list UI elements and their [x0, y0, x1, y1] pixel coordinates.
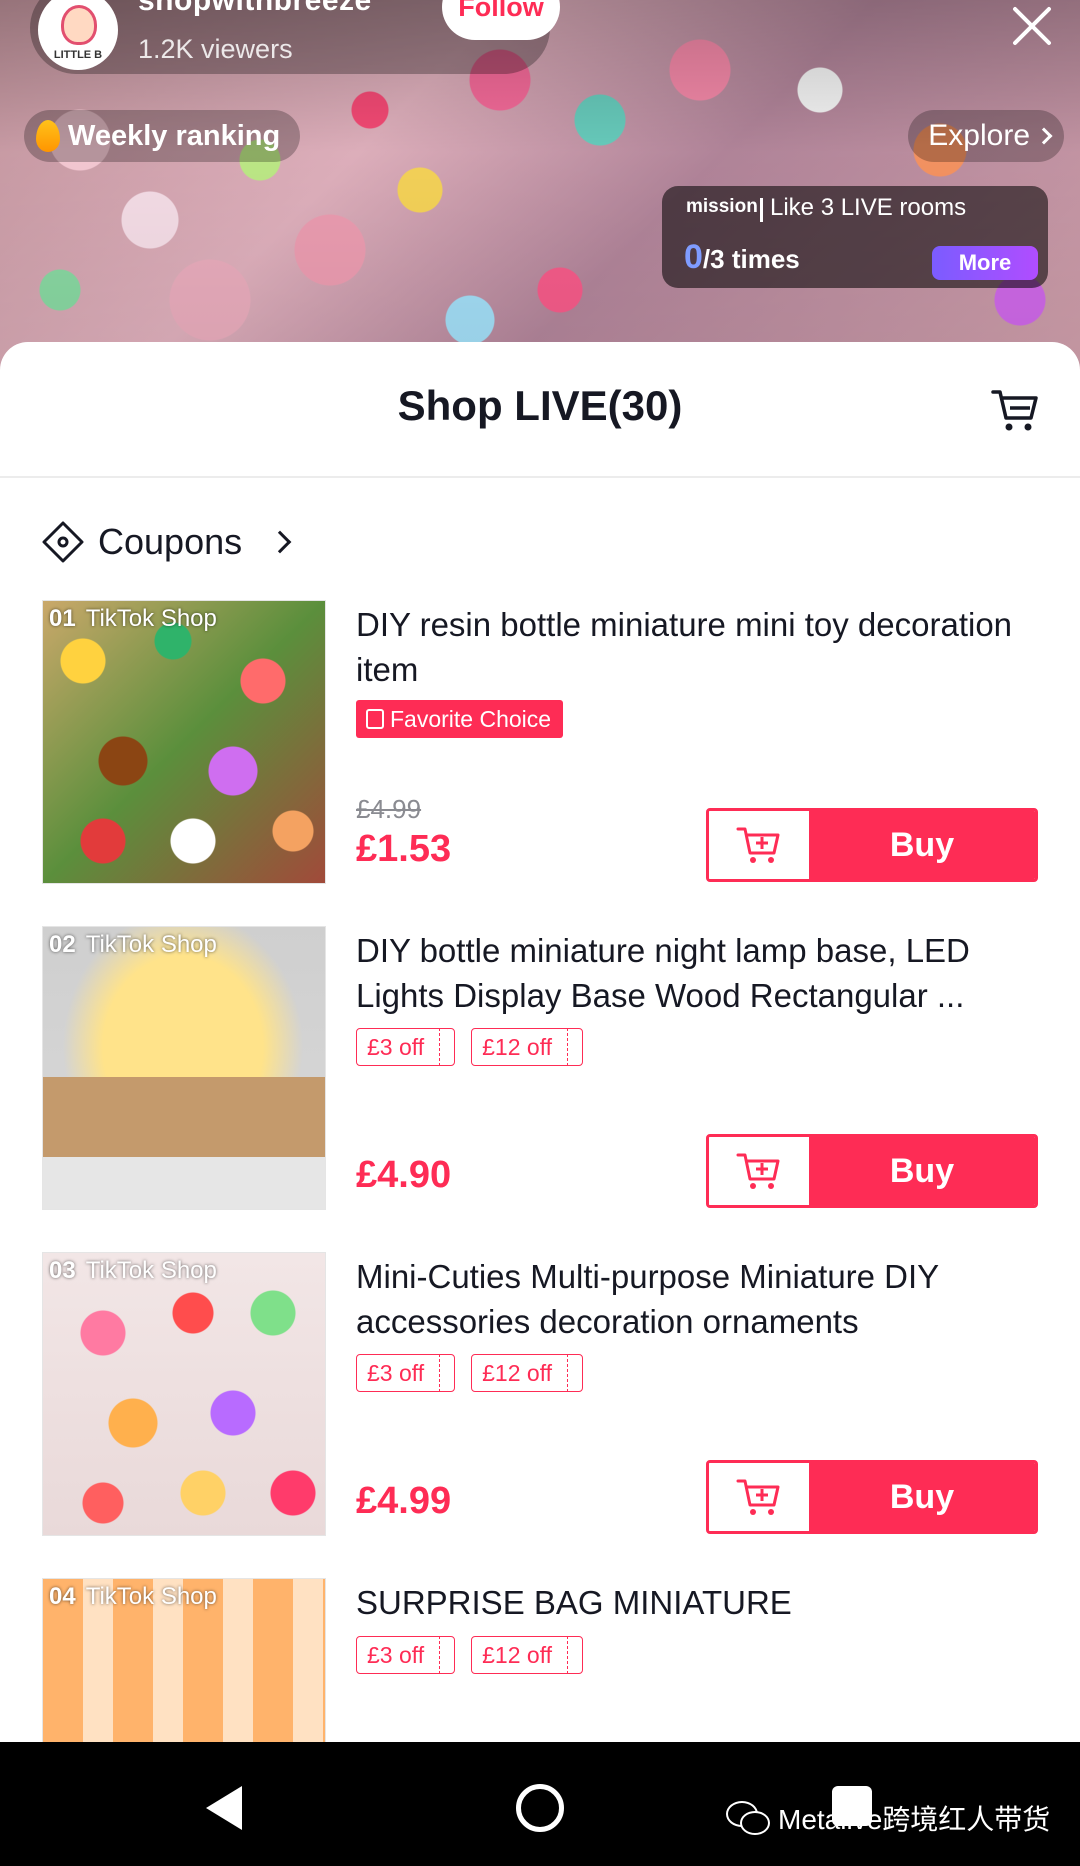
- coupon-tags: £3 off £12 off: [356, 1028, 584, 1066]
- product-image[interactable]: 01 TikTok Shop: [42, 600, 326, 884]
- avatar-brand-text: LITTLE B: [53, 49, 103, 61]
- mission-tag: mission: [686, 196, 758, 217]
- add-to-cart-button[interactable]: [709, 1463, 809, 1531]
- shop-bag-icon: [366, 709, 384, 729]
- product-item[interactable]: 01 TikTok Shop DIY resin bottle miniatur…: [42, 600, 1042, 886]
- product-index: 03: [49, 1257, 76, 1284]
- mission-divider: [760, 198, 763, 222]
- shop-label: TikTok Shop: [85, 605, 217, 632]
- mission-total: /3 times: [702, 244, 800, 274]
- host-name: shopwithbreeze: [138, 0, 372, 17]
- buy-button[interactable]: Buy: [809, 811, 1035, 879]
- weekly-ranking-label: Weekly ranking: [68, 119, 281, 152]
- thumb-badge: 04 TikTok Shop: [49, 1583, 217, 1611]
- favorite-choice-label: Favorite Choice: [390, 705, 552, 732]
- close-icon[interactable]: [1010, 4, 1054, 48]
- shop-label: TikTok Shop: [85, 1257, 217, 1284]
- coupons-label: Coupons: [98, 521, 243, 562]
- coupon-tag: £12 off: [471, 1028, 584, 1066]
- product-title[interactable]: DIY resin bottle miniature mini toy deco…: [356, 602, 1036, 692]
- coupon-tag: £12 off: [471, 1636, 584, 1674]
- wechat-icon: [726, 1801, 770, 1835]
- chevron-right-icon: [268, 530, 292, 554]
- product-image[interactable]: 02 TikTok Shop: [42, 926, 326, 1210]
- buy-group: Buy: [706, 1134, 1038, 1208]
- add-to-cart-icon: [736, 827, 780, 863]
- coupon-tag: £3 off: [356, 1636, 456, 1674]
- system-nav-bar: Metalive跨境红人带货: [0, 1742, 1080, 1866]
- explore-label: Explore: [928, 119, 1030, 152]
- add-to-cart-button[interactable]: [709, 1137, 809, 1205]
- buy-group: Buy: [706, 808, 1038, 882]
- product-index: 02: [49, 931, 76, 958]
- mission-progress: 0/3 times: [684, 238, 800, 277]
- mission-card[interactable]: mission Like 3 LIVE rooms 0/3 times More: [662, 186, 1048, 288]
- avatar-face-icon: [61, 5, 97, 45]
- add-to-cart-icon: [736, 1479, 780, 1515]
- product-title[interactable]: Mini-Cuties Multi-purpose Miniature DIY …: [356, 1254, 1036, 1344]
- host-avatar[interactable]: LITTLE B: [38, 0, 118, 70]
- shop-sheet: Shop LIVE(30) Coupons 01 TikTok Shop DIY…: [0, 342, 1080, 1742]
- sale-price: £4.99: [356, 1480, 452, 1522]
- favorite-choice-badge: Favorite Choice: [356, 700, 564, 738]
- thumb-badge: 03 TikTok Shop: [49, 1257, 217, 1285]
- add-to-cart-button[interactable]: [709, 811, 809, 879]
- mission-text: Like 3 LIVE rooms: [770, 194, 967, 221]
- buy-button[interactable]: Buy: [809, 1463, 1035, 1531]
- watermark: Metalive跨境红人带货: [726, 1798, 1050, 1838]
- coupon-tags: £3 off £12 off: [356, 1354, 584, 1392]
- product-item[interactable]: 03 TikTok Shop Mini-Cuties Multi-purpose…: [42, 1252, 1042, 1538]
- product-image[interactable]: 03 TikTok Shop: [42, 1252, 326, 1536]
- coupons-row[interactable]: Coupons: [42, 512, 292, 572]
- product-image[interactable]: 04 TikTok Shop: [42, 1578, 326, 1742]
- watermark-text: Metalive跨境红人带货: [778, 1804, 1051, 1835]
- product-title[interactable]: DIY bottle miniature night lamp base, LE…: [356, 928, 1036, 1018]
- host-info[interactable]: LITTLE B shopwithbreeze 1.2K viewers Fol…: [30, 0, 560, 74]
- coupon-tag: £12 off: [471, 1354, 584, 1392]
- product-index: 04: [49, 1583, 76, 1610]
- shop-label: TikTok Shop: [85, 1583, 217, 1610]
- product-item[interactable]: 02 TikTok Shop DIY bottle miniature nigh…: [42, 926, 1042, 1212]
- sheet-title: Shop LIVE(30): [397, 382, 683, 429]
- follow-button[interactable]: Follow: [442, 0, 560, 40]
- sale-price: £1.53: [356, 828, 452, 870]
- viewer-count: 1.2K viewers: [138, 34, 293, 64]
- weekly-ranking-button[interactable]: Weekly ranking: [24, 110, 301, 162]
- thumb-badge: 01 TikTok Shop: [49, 605, 217, 633]
- coupon-tag: £3 off: [356, 1354, 456, 1392]
- buy-button[interactable]: Buy: [809, 1137, 1035, 1205]
- flame-icon: [36, 120, 60, 152]
- add-to-cart-icon: [736, 1153, 780, 1189]
- thumb-badge: 02 TikTok Shop: [49, 931, 217, 959]
- chevron-right-icon: [1035, 127, 1053, 145]
- coupon-tags: £3 off £12 off: [356, 1636, 584, 1674]
- original-price: £4.99: [356, 794, 422, 824]
- ticket-icon: [42, 521, 84, 563]
- mission-current: 0: [684, 238, 703, 276]
- explore-button[interactable]: Explore: [908, 110, 1064, 162]
- home-icon[interactable]: [516, 1784, 564, 1832]
- shop-label: TikTok Shop: [85, 931, 217, 958]
- back-icon[interactable]: [206, 1786, 242, 1830]
- sheet-header: Shop LIVE(30): [0, 342, 1080, 478]
- product-item[interactable]: 04 TikTok Shop SURPRISE BAG MINIATURE £3…: [42, 1578, 1042, 1742]
- product-title[interactable]: SURPRISE BAG MINIATURE: [356, 1580, 1036, 1625]
- buy-group: Buy: [706, 1460, 1038, 1534]
- cart-icon[interactable]: [990, 384, 1040, 434]
- product-index: 01: [49, 605, 76, 632]
- sale-price: £4.90: [356, 1154, 452, 1196]
- mission-more-button[interactable]: More: [932, 246, 1038, 280]
- coupon-tag: £3 off: [356, 1028, 456, 1066]
